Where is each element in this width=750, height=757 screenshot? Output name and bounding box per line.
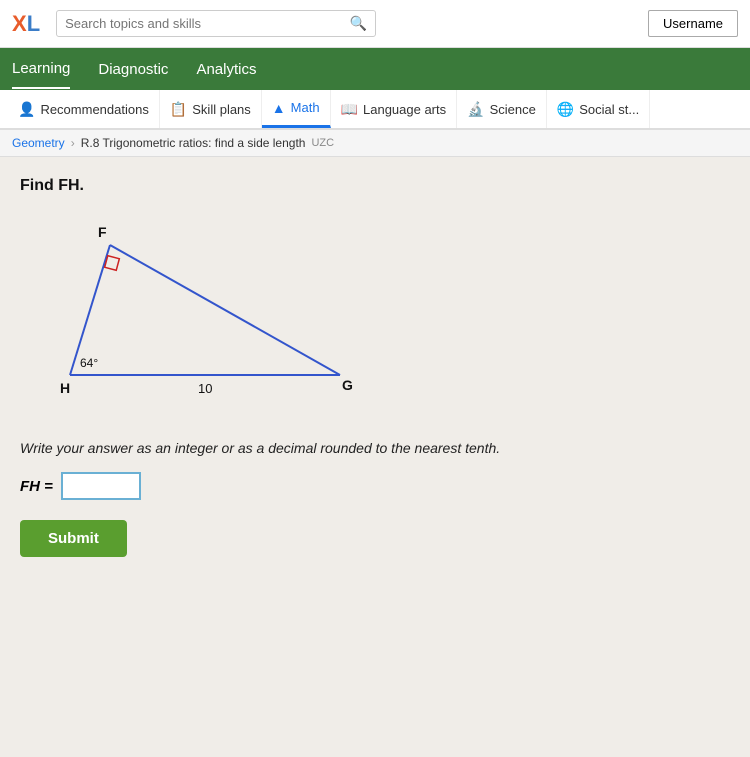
nav-item-analytics[interactable]: Analytics (196, 51, 256, 88)
triangle-diagram: H F G 64° 10 (50, 215, 730, 420)
tab-language-arts[interactable]: 📖 Language arts (331, 90, 458, 128)
vertex-h-label: H (60, 380, 70, 396)
tab-science[interactable]: 🔬 Science (457, 90, 547, 128)
tab-skill-plans[interactable]: 📋 Skill plans (160, 90, 262, 128)
problem-title: Find FH. (20, 177, 730, 195)
green-nav: Learning Diagnostic Analytics (0, 48, 750, 90)
tab-language-arts-label: Language arts (363, 102, 446, 117)
tab-science-label: Science (490, 102, 536, 117)
right-angle-mark (105, 256, 120, 271)
breadcrumb: Geometry › R.8 Trigonometric ratios: fin… (0, 130, 750, 157)
angle-label: 64° (80, 356, 98, 370)
vertex-g-label: G (342, 377, 353, 393)
skill-plans-icon: 📋 (170, 101, 187, 118)
logo: XL (12, 11, 40, 37)
logo-x: X (12, 11, 27, 36)
tab-social-studies[interactable]: 🌐 Social st... (547, 90, 650, 128)
search-icon: 🔍 (350, 15, 367, 32)
breadcrumb-separator: › (71, 136, 75, 150)
side-length-label: 10 (198, 381, 212, 396)
instructions-text: Write your answer as an integer or as a … (20, 440, 730, 456)
tab-recommendations-label: Recommendations (40, 102, 148, 117)
recommendations-icon: 👤 (18, 101, 35, 118)
nav-item-learning[interactable]: Learning (12, 50, 70, 89)
logo-l: L (27, 11, 40, 36)
science-icon: 🔬 (467, 101, 484, 118)
vertex-f-label: F (98, 224, 107, 240)
tab-recommendations[interactable]: 👤 Recommendations (8, 90, 160, 128)
triangle-svg: H F G 64° 10 (50, 215, 370, 415)
tab-math-label: Math (291, 100, 320, 115)
language-arts-icon: 📖 (341, 101, 358, 118)
subject-tab-bar: 👤 Recommendations 📋 Skill plans ▲ Math 📖… (0, 90, 750, 130)
social-studies-icon: 🌐 (557, 101, 574, 118)
tab-math[interactable]: ▲ Math (262, 90, 331, 128)
username-button[interactable]: Username (648, 10, 738, 37)
tab-skill-plans-label: Skill plans (192, 102, 251, 117)
answer-input[interactable] (61, 472, 141, 500)
submit-button[interactable]: Submit (20, 520, 127, 557)
search-input[interactable] (65, 16, 346, 31)
answer-label: FH = (20, 478, 53, 495)
breadcrumb-parent[interactable]: Geometry (12, 136, 65, 150)
nav-item-diagnostic[interactable]: Diagnostic (98, 51, 168, 88)
math-icon: ▲ (272, 100, 286, 116)
top-bar: XL 🔍 Username (0, 0, 750, 48)
tab-social-studies-label: Social st... (579, 102, 639, 117)
answer-row: FH = (20, 472, 730, 500)
breadcrumb-current: R.8 Trigonometric ratios: find a side le… (81, 136, 306, 150)
search-bar[interactable]: 🔍 (56, 10, 376, 37)
main-content: Find FH. H F G 64° 10 Write your answer … (0, 157, 750, 757)
breadcrumb-code: UZC (311, 137, 334, 149)
